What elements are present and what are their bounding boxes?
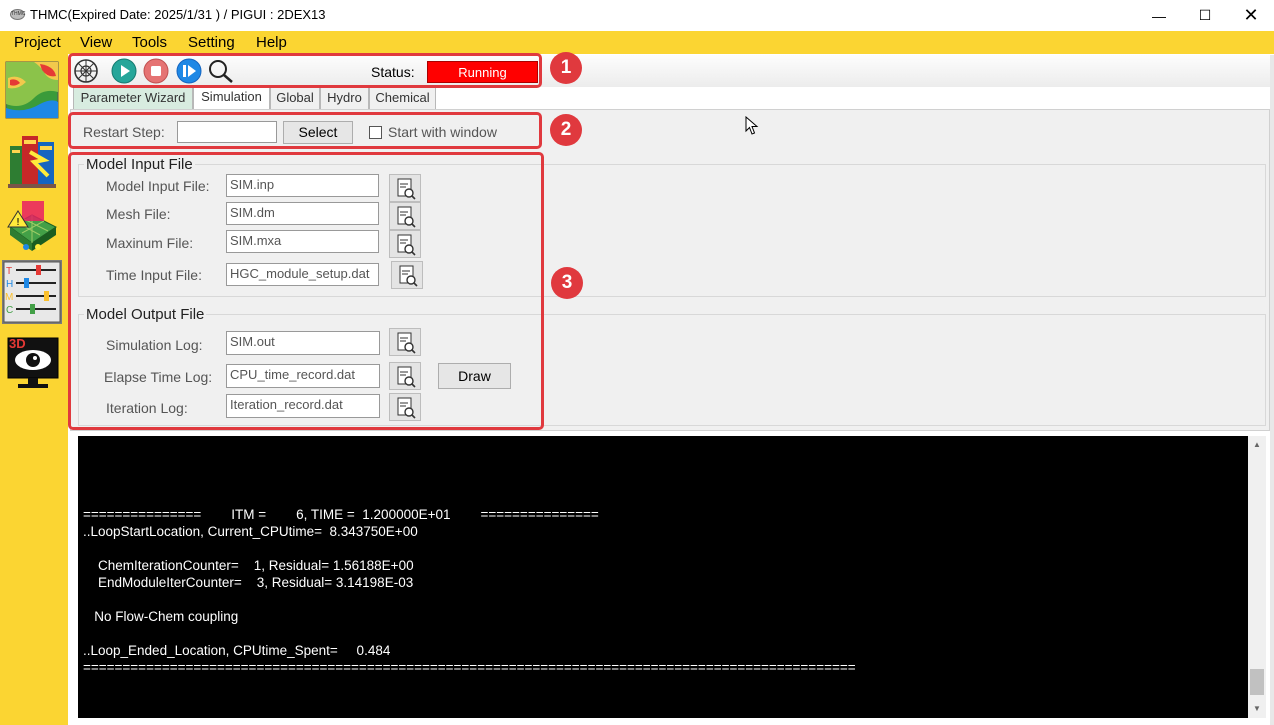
console-line: No Flow-Chem coupling (83, 609, 239, 624)
scroll-thumb[interactable] (1250, 669, 1264, 695)
map-tool-button[interactable] (4, 58, 60, 120)
viewer-3d-label: 3D (9, 336, 26, 351)
menu-tools[interactable]: Tools (132, 34, 167, 51)
tab-global[interactable]: Global (270, 87, 320, 109)
menu-setting[interactable]: Setting (188, 34, 235, 51)
minimize-button[interactable]: — (1136, 0, 1182, 31)
app-icon: THMC (10, 9, 25, 20)
contour-map-icon (5, 61, 59, 119)
callout-badge-2: 2 (550, 114, 582, 146)
tab-simulation[interactable]: Simulation (193, 85, 270, 110)
eye-monitor-icon: 3D (7, 336, 59, 388)
mesh-grid-icon: ! (7, 201, 57, 251)
window-right-border (1270, 55, 1274, 725)
mouse-cursor-icon (745, 116, 759, 135)
menu-view[interactable]: View (80, 34, 112, 51)
mesh-tool-button[interactable]: ! (4, 193, 60, 255)
console-line: ChemIterationCounter= 1, Residual= 1.561… (83, 558, 414, 573)
maximize-button[interactable]: ☐ (1182, 0, 1228, 31)
svg-text:!: ! (16, 217, 20, 228)
callout-restart (68, 112, 542, 149)
tab-chemical[interactable]: Chemical (369, 87, 436, 109)
console-line: EndModuleIterCounter= 3, Residual= 3.141… (83, 575, 414, 590)
tab-parameter-wizard[interactable]: Parameter Wizard (73, 87, 193, 109)
thmc-letter-c: C (6, 305, 13, 316)
close-button[interactable]: ✕ (1228, 0, 1274, 31)
thmc-letter-m: M (5, 292, 13, 303)
thmc-letter-t: T (6, 266, 12, 277)
callout-files (68, 152, 544, 430)
callout-badge-3: 3 (551, 267, 583, 299)
books-icon (8, 136, 56, 188)
console-line: ========================================… (83, 660, 856, 675)
console-line: =============== ITM = 6, TIME = 1.200000… (83, 507, 599, 522)
console-output: =============== ITM = 6, TIME = 1.200000… (78, 436, 1248, 718)
console-line: ..Loop_Ended_Location, CPUtime_Spent= 0.… (83, 643, 391, 658)
scroll-down-arrow-icon[interactable]: ▼ (1248, 700, 1266, 718)
window-title: THMC(Expired Date: 2025/1/31 ) / PIGUI :… (30, 7, 326, 22)
callout-badge-1: 1 (550, 52, 582, 84)
tab-hydro[interactable]: Hydro (320, 87, 369, 109)
console-line: ..LoopStartLocation, Current_CPUtime= 8.… (83, 524, 418, 539)
books-tool-button[interactable] (4, 128, 60, 190)
callout-toolbar (68, 53, 542, 88)
thmc-tool-button[interactable]: T H M C (2, 260, 62, 324)
thmc-letter-h: H (6, 279, 13, 290)
viewer-3d-button[interactable]: 3D (4, 330, 60, 392)
menu-project[interactable]: Project (14, 34, 61, 51)
menu-help[interactable]: Help (256, 34, 287, 51)
thmc-sliders-icon: T H M C (3, 261, 61, 323)
scroll-up-arrow-icon[interactable]: ▲ (1248, 436, 1266, 454)
